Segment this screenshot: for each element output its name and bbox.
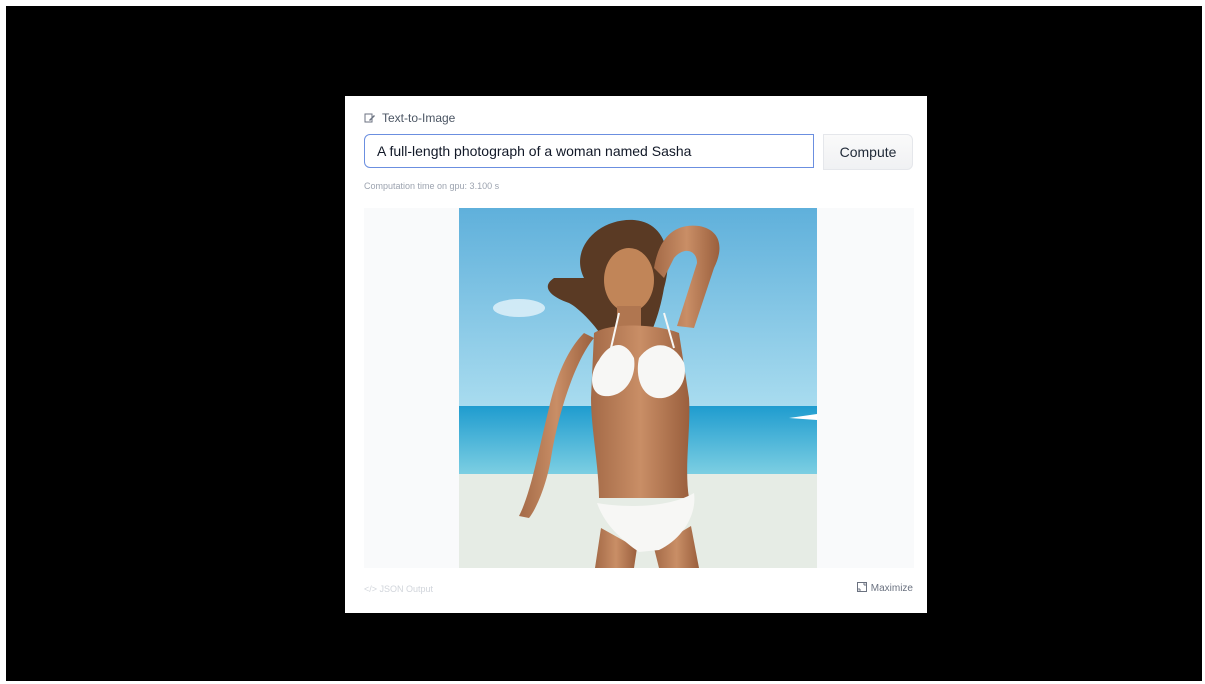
maximize-button[interactable]: Maximize <box>856 582 913 595</box>
edit-icon <box>364 112 376 124</box>
image-output-area <box>364 208 914 568</box>
widget-header: Text-to-Image <box>364 110 455 126</box>
maximize-label: Maximize <box>870 583 913 594</box>
maximize-icon <box>856 582 867 595</box>
generated-image <box>459 208 817 568</box>
compute-button[interactable]: Compute <box>823 134 913 170</box>
text-to-image-widget: Text-to-Image Compute Computation time o… <box>345 96 927 613</box>
screen-background: Text-to-Image Compute Computation time o… <box>6 6 1202 681</box>
json-output-toggle[interactable]: </> JSON Output <box>364 584 433 594</box>
widget-title: Text-to-Image <box>382 111 456 125</box>
prompt-input[interactable] <box>364 134 814 168</box>
computation-time: Computation time on gpu: 3.100 s <box>364 181 500 191</box>
